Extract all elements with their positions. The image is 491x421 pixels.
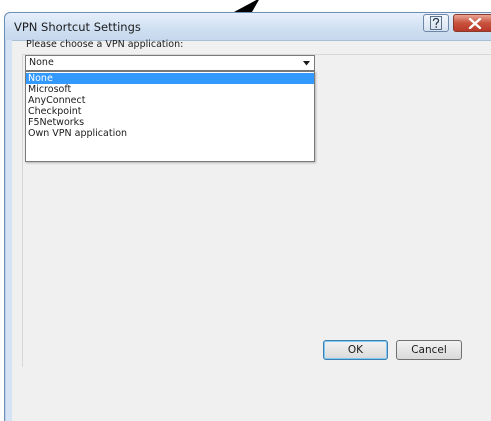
- close-button[interactable]: [453, 14, 491, 32]
- selected-value: None: [29, 57, 54, 68]
- title-bar[interactable]: VPN Shortcut Settings: [5, 13, 491, 40]
- option-own-vpn[interactable]: Own VPN application: [26, 128, 314, 139]
- vpn-prompt-label: Please choose a VPN application:: [26, 39, 184, 50]
- ok-button[interactable]: OK: [323, 340, 388, 360]
- option-none[interactable]: None: [26, 73, 314, 84]
- option-microsoft[interactable]: Microsoft: [26, 84, 314, 95]
- cancel-button[interactable]: Cancel: [396, 340, 462, 360]
- screen: VPN Shortcut Settings Please choose a VP…: [0, 0, 491, 421]
- option-checkpoint[interactable]: Checkpoint: [26, 106, 314, 117]
- window-title: VPN Shortcut Settings: [14, 20, 141, 34]
- cursor-area: [0, 0, 491, 12]
- cursor-arrow-icon: [234, 0, 259, 12]
- option-anyconnect[interactable]: AnyConnect: [26, 95, 314, 106]
- option-f5networks[interactable]: F5Networks: [26, 117, 314, 128]
- vpn-options-list: None Microsoft AnyConnect Checkpoint F5N…: [25, 71, 315, 162]
- chevron-down-icon: [303, 61, 310, 66]
- help-button[interactable]: [423, 14, 449, 32]
- close-icon: [468, 18, 482, 29]
- help-icon: [430, 16, 442, 30]
- vpn-application-select[interactable]: None: [25, 55, 315, 71]
